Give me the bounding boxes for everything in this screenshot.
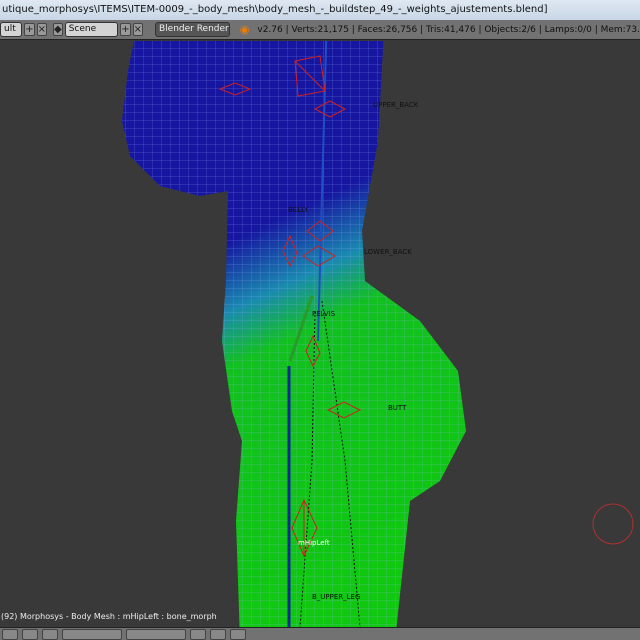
scene-field[interactable]: Scene [64,22,119,37]
bone-label-upper-back: UPPER_BACK [373,101,419,109]
add-scene-icon[interactable]: + [120,23,131,36]
scene-selector-icon[interactable]: ◆ [53,23,63,36]
pivot-icon[interactable] [2,628,18,640]
viewport-footer [0,627,640,640]
window-title: utique_morphosys\ITEMS\ITEM-0009_-_body_… [0,0,640,20]
bone-label-lower-back: LOWER_BACK [364,248,412,256]
render-engine-select[interactable]: Blender Render [154,22,230,37]
scene-stats: v2.76 | Verts:21,175 | Faces:26,756 | Tr… [257,24,640,35]
3d-cursor[interactable] [592,503,634,545]
3d-viewport[interactable]: UPPER_BACK BELLY LOWER_BACK PELVIS BUTT … [0,41,640,627]
viewport-object-info: (92) Morphosys - Body Mesh : mHipLeft : … [1,612,217,621]
lock-icon[interactable] [190,628,206,640]
layers-grid-2[interactable] [126,628,186,640]
bone-label-belly: BELLY [288,206,309,214]
screen-layout-field[interactable]: ult [0,22,23,37]
bone-label-hip-left: mHipLeft [298,539,330,547]
remove-scene-icon[interactable]: × [132,23,143,36]
remove-layout-icon[interactable]: × [36,23,47,36]
info-header: ult + × ◆ Scene + × Blender Render ◉ v2.… [0,20,640,40]
manipulator-icon[interactable] [22,628,38,640]
snap-icon[interactable] [42,628,58,640]
add-layout-icon[interactable]: + [24,23,35,36]
bone-label-pelvis: PELVIS [312,310,336,318]
bone-label-butt: BUTT [388,404,407,412]
proportional-edit-icon[interactable] [210,628,226,640]
render-icon[interactable] [230,628,246,640]
layers-grid-1[interactable] [62,628,122,640]
blender-logo-icon: ◉ [239,23,250,36]
bone-label-upper-leg: B_UPPER_LEG [312,593,361,601]
